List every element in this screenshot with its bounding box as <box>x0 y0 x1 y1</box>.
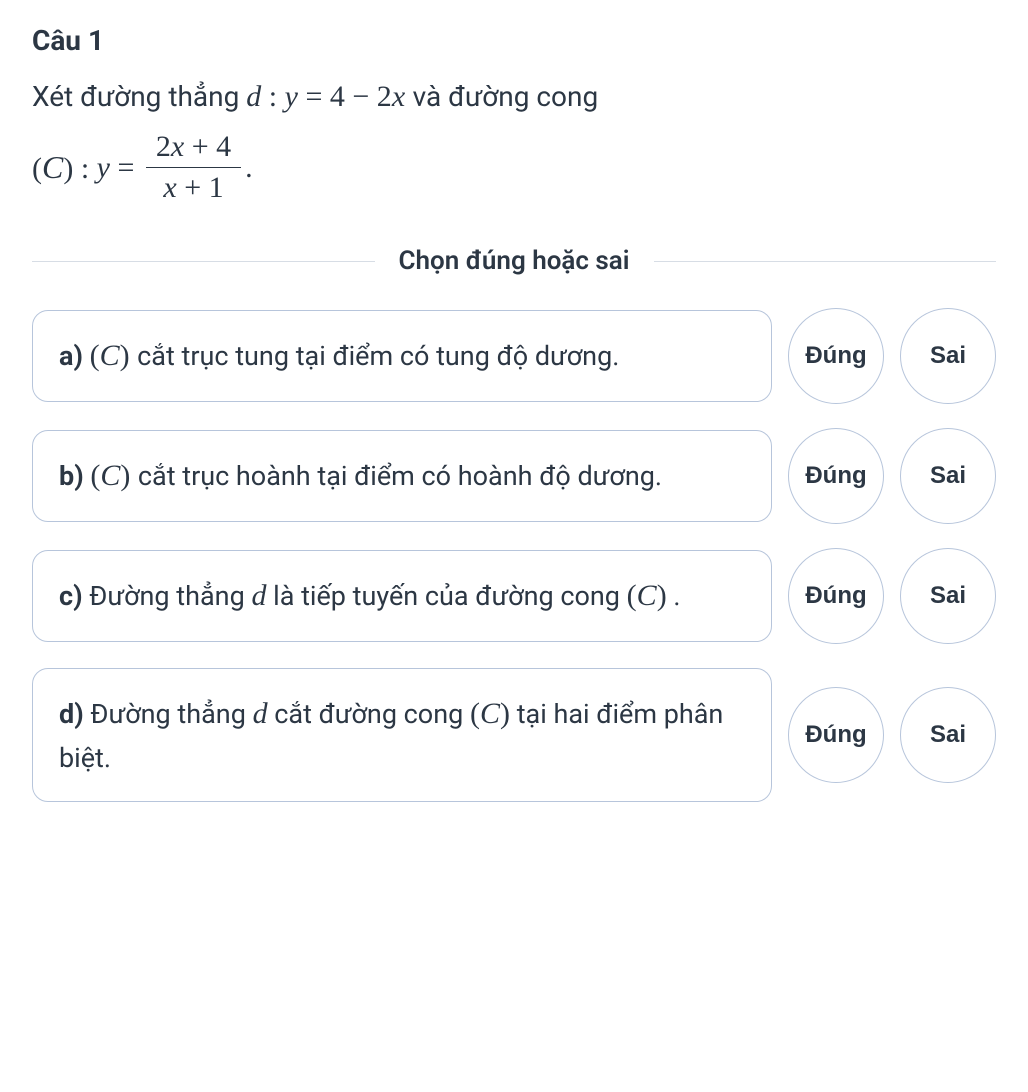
curve-label: (C) : <box>32 142 97 193</box>
option-text-d-post: cắt đường cong <box>274 698 470 730</box>
option-box-b: b) (C) cắt trục hoành tại điểm có hoành … <box>32 430 772 523</box>
option-row-d: d) Đường thẳng d cắt đường cong (C) tại … <box>32 668 996 802</box>
false-button-c[interactable]: Sai <box>900 548 996 644</box>
option-math-d2: (C) <box>470 697 510 730</box>
fraction: 2x + 4 x + 1 <box>146 129 241 206</box>
option-box-a: a) (C) cắt trục tung tại điểm có tung độ… <box>32 310 772 403</box>
curve-equation: (C) : y = 2x + 4 x + 1 . <box>32 129 996 206</box>
true-button-d[interactable]: Đúng <box>788 687 884 783</box>
option-row-c: c) Đường thẳng d là tiếp tuyến của đường… <box>32 548 996 644</box>
true-button-c[interactable]: Đúng <box>788 548 884 644</box>
false-button-b[interactable]: Sai <box>900 428 996 524</box>
option-text-c-post: là tiếp tuyến của đường cong <box>273 580 627 612</box>
true-button-a[interactable]: Đúng <box>788 308 884 404</box>
prompt-mid: và đường cong <box>413 80 599 113</box>
option-text-b: cắt trục hoành tại điểm có hoành độ dươn… <box>138 460 662 492</box>
instruction-text: Chọn đúng hoặc sai <box>375 246 654 276</box>
divider-line-right <box>654 261 997 262</box>
period: . <box>245 144 253 192</box>
option-row-a: a) (C) cắt trục tung tại điểm có tung độ… <box>32 308 996 404</box>
curve-eq-sign: = <box>110 144 142 192</box>
question-title: Câu 1 <box>32 24 996 57</box>
option-text-c-pre: Đường thẳng <box>89 580 251 612</box>
option-label-a: a) <box>59 340 83 372</box>
curve-y: y <box>97 144 110 192</box>
option-label-c: c) <box>59 580 83 612</box>
option-text-c-end: . <box>673 580 680 612</box>
option-math-c2: (C) <box>627 579 667 612</box>
option-label-d: d) <box>59 698 84 730</box>
math-line-d: d : y = 4 − 2x <box>246 80 412 113</box>
question-body: Xét đường thẳng d : y = 4 − 2x và đường … <box>32 73 996 206</box>
true-button-b[interactable]: Đúng <box>788 428 884 524</box>
false-button-a[interactable]: Sai <box>900 308 996 404</box>
option-label-b: b) <box>59 460 84 492</box>
prompt-prefix: Xét đường thẳng <box>32 80 246 113</box>
false-button-d[interactable]: Sai <box>900 687 996 783</box>
option-box-c: c) Đường thẳng d là tiếp tuyến của đường… <box>32 550 772 643</box>
question-container: Câu 1 Xét đường thẳng d : y = 4 − 2x và … <box>0 0 1028 1092</box>
fraction-denominator: x + 1 <box>146 168 241 206</box>
fraction-numerator: 2x + 4 <box>146 129 241 168</box>
divider-line-left <box>32 261 375 262</box>
option-text-d-pre: Đường thẳng <box>90 698 252 730</box>
instruction-divider: Chọn đúng hoặc sai <box>32 246 996 276</box>
option-box-d: d) Đường thẳng d cắt đường cong (C) tại … <box>32 668 772 802</box>
option-math-a: (C) <box>90 339 138 372</box>
option-text-a: cắt trục tung tại điểm có tung độ dương. <box>137 340 619 372</box>
option-math-c1: d <box>251 579 266 612</box>
option-math-d1: d <box>253 697 268 730</box>
option-row-b: b) (C) cắt trục hoành tại điểm có hoành … <box>32 428 996 524</box>
option-math-b: (C) <box>90 459 138 492</box>
